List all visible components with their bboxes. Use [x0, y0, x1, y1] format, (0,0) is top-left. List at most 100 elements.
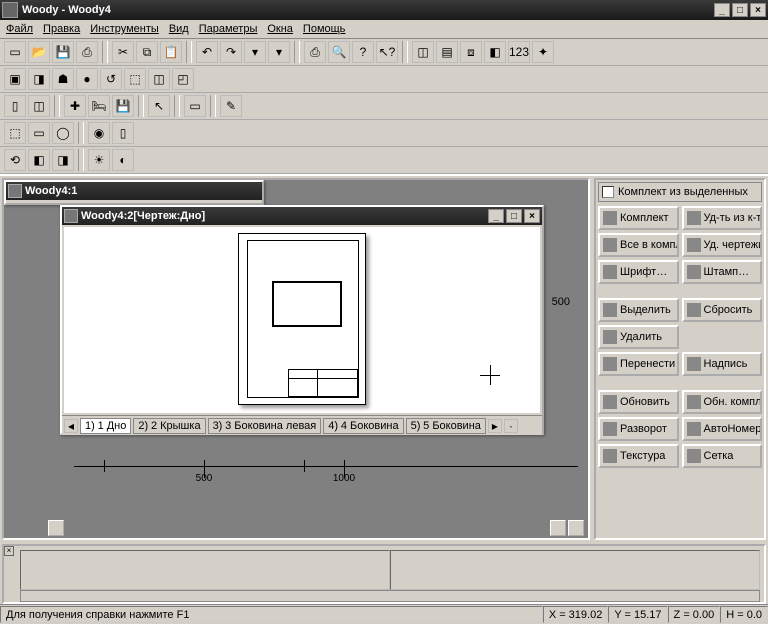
- tb2-5-icon[interactable]: ↺: [100, 68, 122, 90]
- menu-windows[interactable]: Окна: [267, 23, 293, 35]
- tb3-5-icon[interactable]: 💾: [112, 95, 134, 117]
- side-btn-разворот[interactable]: Разворот: [598, 417, 679, 441]
- tabs-scroll-right-button[interactable]: ▸: [488, 419, 502, 433]
- side-btn-текстура[interactable]: Текстура: [598, 444, 679, 468]
- mdi2-titlebar[interactable]: Woody4:2[Чертеж:Дно] _ □ ×: [62, 207, 542, 225]
- tb2-4-icon[interactable]: ●: [76, 68, 98, 90]
- tb2-7-icon[interactable]: ◫: [148, 68, 170, 90]
- undo-icon[interactable]: ↶: [196, 41, 218, 63]
- drawing-viewport[interactable]: [64, 227, 540, 413]
- new-icon[interactable]: ▭: [4, 41, 26, 63]
- menu-file[interactable]: Файл: [6, 23, 33, 35]
- paste-icon[interactable]: 📋: [160, 41, 182, 63]
- tool-d-icon[interactable]: ◧: [484, 41, 506, 63]
- menu-edit[interactable]: Правка: [43, 23, 80, 35]
- side-btn-удалить[interactable]: Удалить: [598, 325, 679, 349]
- side-btn-комплект[interactable]: Комплект: [598, 206, 679, 230]
- tb4-5-icon[interactable]: ▯: [112, 122, 134, 144]
- undo-drop-icon[interactable]: ▾: [244, 41, 266, 63]
- side-btn-обн-компл[interactable]: Обн. компл: [682, 390, 763, 414]
- sheet-tab-3[interactable]: 3) 3 Боковина левая: [208, 418, 322, 434]
- tool-b-icon[interactable]: ▤: [436, 41, 458, 63]
- close-button[interactable]: ×: [750, 3, 766, 17]
- menu-view[interactable]: Вид: [169, 23, 189, 35]
- bottom-panel-close-icon[interactable]: ×: [4, 546, 14, 556]
- tool-f-icon[interactable]: ✦: [532, 41, 554, 63]
- tb3-3-icon[interactable]: ✚: [64, 95, 86, 117]
- side-header-checkbox[interactable]: [602, 186, 614, 198]
- copy-icon[interactable]: ⧉: [136, 41, 158, 63]
- help-icon[interactable]: ?: [352, 41, 374, 63]
- mdi2-close-button[interactable]: ×: [524, 209, 540, 223]
- side-btn-все-в-компл[interactable]: Все в компл: [598, 233, 679, 257]
- tb3-8-icon[interactable]: ✎: [220, 95, 242, 117]
- tb2-3-icon[interactable]: ☗: [52, 68, 74, 90]
- ruler-btn-right2[interactable]: [568, 520, 584, 536]
- menu-tools[interactable]: Инструменты: [90, 23, 159, 35]
- side-btn-перенести[interactable]: Перенести: [598, 352, 679, 376]
- tb3-2-icon[interactable]: ◫: [28, 95, 50, 117]
- side-btn-уд-чертежи[interactable]: Уд. чертежи: [682, 233, 763, 257]
- redo-icon[interactable]: ↷: [220, 41, 242, 63]
- tb4-3-icon[interactable]: ◯: [52, 122, 74, 144]
- tb4-2-icon[interactable]: ▭: [28, 122, 50, 144]
- side-btn-сбросить[interactable]: Сбросить: [682, 298, 763, 322]
- save-icon[interactable]: 💾: [52, 41, 74, 63]
- tb5-4-icon[interactable]: ☀: [88, 149, 110, 171]
- sheet-tab-5[interactable]: 5) 5 Боковина: [406, 418, 486, 434]
- menu-options[interactable]: Параметры: [199, 23, 258, 35]
- tb5-1-icon[interactable]: ⟲: [4, 149, 26, 171]
- sheet-tab-2[interactable]: 2) 2 Крышка: [133, 418, 205, 434]
- side-btn-уд-ть-из-к-т[interactable]: Уд-ть из к-т: [682, 206, 763, 230]
- mdi-window-2[interactable]: Woody4:2[Чертеж:Дно] _ □ × ◂ 1) 1 Дно 2)…: [60, 205, 544, 435]
- sheet-tab-4[interactable]: 4) 4 Боковина: [323, 418, 403, 434]
- open-icon[interactable]: 📂: [28, 41, 50, 63]
- mdi1-titlebar[interactable]: Woody4:1: [6, 182, 262, 200]
- tool-a-icon[interactable]: ◫: [412, 41, 434, 63]
- tool-e-icon[interactable]: 123: [508, 41, 530, 63]
- side-btn-штамп-[interactable]: Штамп…: [682, 260, 763, 284]
- tb3-6-icon[interactable]: ↖: [148, 95, 170, 117]
- side-btn-обновить[interactable]: Обновить: [598, 390, 679, 414]
- tb3-4-icon[interactable]: 🛏: [88, 95, 110, 117]
- side-btn-label: Обн. компл: [704, 396, 762, 408]
- maximize-button[interactable]: □: [732, 3, 748, 17]
- saveall-icon[interactable]: ⎙: [76, 41, 98, 63]
- print-icon[interactable]: ⎙: [304, 41, 326, 63]
- tb4-1-icon[interactable]: ⬚: [4, 122, 26, 144]
- tabs-scroll-end-button[interactable]: ·: [504, 419, 518, 433]
- tb2-6-icon[interactable]: ⬚: [124, 68, 146, 90]
- minimize-button[interactable]: _: [714, 3, 730, 17]
- tb5-3-icon[interactable]: ◨: [52, 149, 74, 171]
- bottom-pane-left[interactable]: [20, 550, 390, 590]
- tabs-scroll-left-button[interactable]: ◂: [64, 419, 78, 433]
- redo-drop-icon[interactable]: ▾: [268, 41, 290, 63]
- tb5-5-icon[interactable]: ◐: [112, 149, 134, 171]
- whatsthis-icon[interactable]: ↖?: [376, 41, 398, 63]
- ruler-btn-left[interactable]: [48, 520, 64, 536]
- tb2-8-icon[interactable]: ◰: [172, 68, 194, 90]
- tb2-2-icon[interactable]: ◨: [28, 68, 50, 90]
- bottom-pane-right[interactable]: [390, 550, 760, 590]
- side-btn-выделить[interactable]: Выделить: [598, 298, 679, 322]
- mdi2-minimize-button[interactable]: _: [488, 209, 504, 223]
- side-btn-шрифт-[interactable]: Шрифт…: [598, 260, 679, 284]
- side-btn-сетка[interactable]: Сетка: [682, 444, 763, 468]
- tool-c-icon[interactable]: ⧈: [460, 41, 482, 63]
- sheet-tab-1[interactable]: 1) 1 Дно: [80, 418, 131, 434]
- cut-icon[interactable]: ✂: [112, 41, 134, 63]
- tb3-7-icon[interactable]: ▭: [184, 95, 206, 117]
- ruler-btn-right1[interactable]: [550, 520, 566, 536]
- side-btn-автономер[interactable]: АвтоНомер: [682, 417, 763, 441]
- mdi-window-1[interactable]: Woody4:1: [4, 180, 264, 205]
- tb2-1-icon[interactable]: ▣: [4, 68, 26, 90]
- tb3-1-icon[interactable]: ▯: [4, 95, 26, 117]
- bottom-scrollbar[interactable]: [20, 590, 760, 602]
- tb4-4-icon[interactable]: ◉: [88, 122, 110, 144]
- side-btn-надпись[interactable]: Надпись: [682, 352, 763, 376]
- mdi2-maximize-button[interactable]: □: [506, 209, 522, 223]
- side-btn-label: Уд-ть из к-т: [704, 212, 762, 224]
- tb5-2-icon[interactable]: ◧: [28, 149, 50, 171]
- menu-help[interactable]: Помощь: [303, 23, 346, 35]
- preview-icon[interactable]: 🔍: [328, 41, 350, 63]
